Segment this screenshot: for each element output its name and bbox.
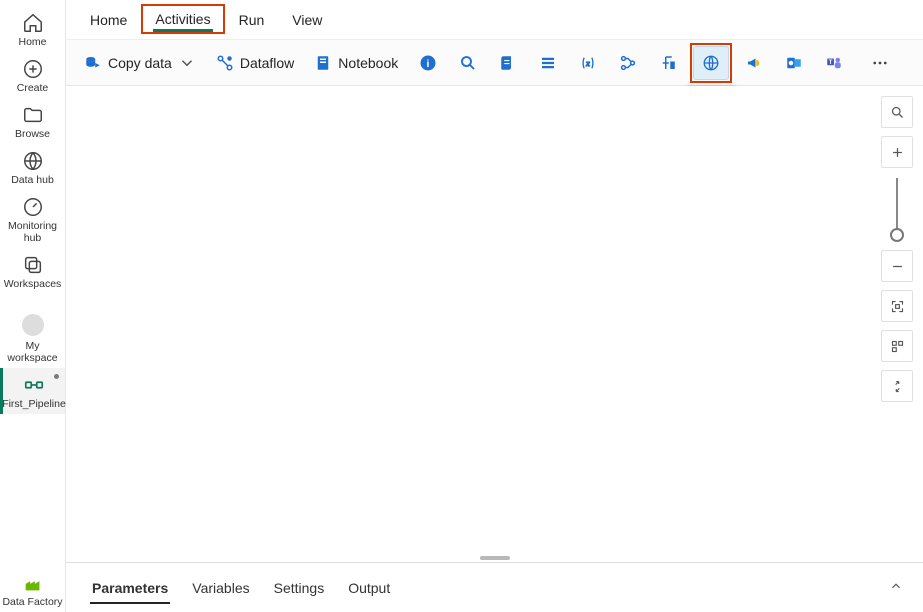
- script-icon: [499, 54, 517, 72]
- dataflow-label: Dataflow: [240, 55, 294, 71]
- notebook-label: Notebook: [338, 55, 398, 71]
- svg-text:x: x: [585, 59, 590, 68]
- invoke-pipeline-button[interactable]: [610, 46, 646, 80]
- activities-toolbar: Copy data Dataflow Notebook i: [66, 40, 923, 86]
- fit-screen-icon: [890, 299, 905, 314]
- nav-monitoring[interactable]: Monitoring hub: [0, 190, 65, 248]
- zoom-in-button[interactable]: [881, 136, 913, 168]
- nav-create-label: Create: [17, 82, 49, 94]
- megaphone-icon: [745, 54, 763, 72]
- plus-circle-icon: [22, 58, 44, 80]
- list-icon: [539, 54, 557, 72]
- bottom-tab-output[interactable]: Output: [336, 563, 402, 612]
- nav-my-workspace[interactable]: My workspace: [0, 308, 65, 368]
- teams-activity-button[interactable]: T: [816, 46, 852, 80]
- data-factory-icon: [22, 572, 44, 594]
- azure-function-button[interactable]: [650, 46, 686, 80]
- tab-home[interactable]: Home: [76, 0, 141, 39]
- set-variable-button[interactable]: x: [570, 46, 606, 80]
- nav-monitoring-label: Monitoring hub: [0, 220, 65, 244]
- pipeline-canvas[interactable]: [66, 86, 923, 562]
- main-area: Home Activities Run View Copy data Dataf…: [66, 0, 923, 612]
- nav-datahub-label: Data hub: [11, 174, 54, 186]
- nav-browse-label: Browse: [15, 128, 50, 140]
- nav-datahub[interactable]: Data hub: [0, 144, 65, 190]
- ribbon-tabs: Home Activities Run View: [66, 0, 923, 40]
- nav-home[interactable]: Home: [0, 6, 65, 52]
- collapse-arrows-icon: [890, 379, 905, 394]
- nav-product-switcher[interactable]: Data Factory: [0, 566, 65, 612]
- more-activities-button[interactable]: [862, 46, 898, 80]
- svg-text:i: i: [427, 57, 430, 69]
- web-activity-highlight: Web: [690, 43, 732, 83]
- monitoring-icon: [22, 196, 44, 218]
- nav-create[interactable]: Create: [0, 52, 65, 98]
- svg-text:T: T: [829, 59, 833, 65]
- nav-pipeline-label: First_Pipeline: [2, 398, 66, 410]
- search-icon: [459, 54, 477, 72]
- dataflow-icon: [216, 54, 234, 72]
- office365-activity-button[interactable]: [776, 46, 812, 80]
- info-circle-icon: i: [419, 54, 437, 72]
- notebook-icon: [314, 54, 332, 72]
- fullscreen-button[interactable]: [881, 370, 913, 402]
- chevron-down-icon: [178, 54, 196, 72]
- minus-icon: [890, 259, 905, 274]
- pipeline-branch-icon: [619, 54, 637, 72]
- workspaces-icon: [22, 254, 44, 276]
- stored-procedure-button[interactable]: [530, 46, 566, 80]
- dataflow-button[interactable]: Dataflow: [208, 46, 302, 80]
- canvas-tools: [881, 96, 913, 402]
- nav-my-workspace-label: My workspace: [0, 340, 65, 364]
- teams-icon: T: [825, 54, 843, 72]
- nav-workspaces-label: Workspaces: [4, 278, 62, 290]
- panel-collapse-button[interactable]: [883, 573, 909, 602]
- folder-icon: [22, 104, 44, 126]
- unsaved-indicator-icon: [54, 374, 59, 379]
- outlook-icon: [785, 54, 803, 72]
- function-icon: [659, 54, 677, 72]
- get-metadata-activity-button[interactable]: [450, 46, 486, 80]
- variable-icon: x: [579, 54, 597, 72]
- datahub-icon: [22, 150, 44, 172]
- copy-data-button[interactable]: Copy data: [76, 46, 204, 80]
- nav-browse[interactable]: Browse: [0, 98, 65, 144]
- bottom-tab-variables[interactable]: Variables: [180, 563, 261, 612]
- lookup-activity-button[interactable]: i: [410, 46, 446, 80]
- canvas-search-button[interactable]: [881, 96, 913, 128]
- auto-align-button[interactable]: [881, 330, 913, 362]
- panel-resize-handle[interactable]: [480, 556, 510, 560]
- pipeline-icon: [23, 374, 45, 396]
- script-activity-button[interactable]: [490, 46, 526, 80]
- grid-icon: [890, 339, 905, 354]
- plus-icon: [890, 145, 905, 160]
- home-icon: [22, 12, 44, 34]
- zoom-fit-button[interactable]: [881, 290, 913, 322]
- notebook-button[interactable]: Notebook: [306, 46, 406, 80]
- zoom-out-button[interactable]: [881, 250, 913, 282]
- copy-data-label: Copy data: [108, 55, 172, 71]
- web-activity-button[interactable]: [693, 46, 729, 80]
- globe-icon: [702, 54, 720, 72]
- tab-activities[interactable]: Activities: [141, 4, 224, 34]
- bottom-tab-parameters[interactable]: Parameters: [80, 563, 180, 612]
- bottom-tab-settings[interactable]: Settings: [262, 563, 337, 612]
- nav-product-label: Data Factory: [2, 596, 62, 608]
- copy-data-icon: [84, 54, 102, 72]
- nav-workspaces[interactable]: Workspaces: [0, 248, 65, 294]
- search-icon: [890, 105, 905, 120]
- nav-home-label: Home: [18, 36, 46, 48]
- left-nav-rail: Home Create Browse Data hub Monitoring h…: [0, 0, 66, 612]
- zoom-slider-thumb[interactable]: [890, 228, 904, 242]
- bottom-panel: Parameters Variables Settings Output: [66, 562, 923, 612]
- ellipsis-icon: [871, 54, 889, 72]
- zoom-slider[interactable]: [896, 178, 898, 240]
- webhook-activity-button[interactable]: [736, 46, 772, 80]
- tab-run[interactable]: Run: [225, 0, 279, 39]
- chevron-up-icon: [889, 579, 903, 593]
- workspace-avatar-icon: [22, 314, 44, 336]
- tab-view[interactable]: View: [278, 0, 336, 39]
